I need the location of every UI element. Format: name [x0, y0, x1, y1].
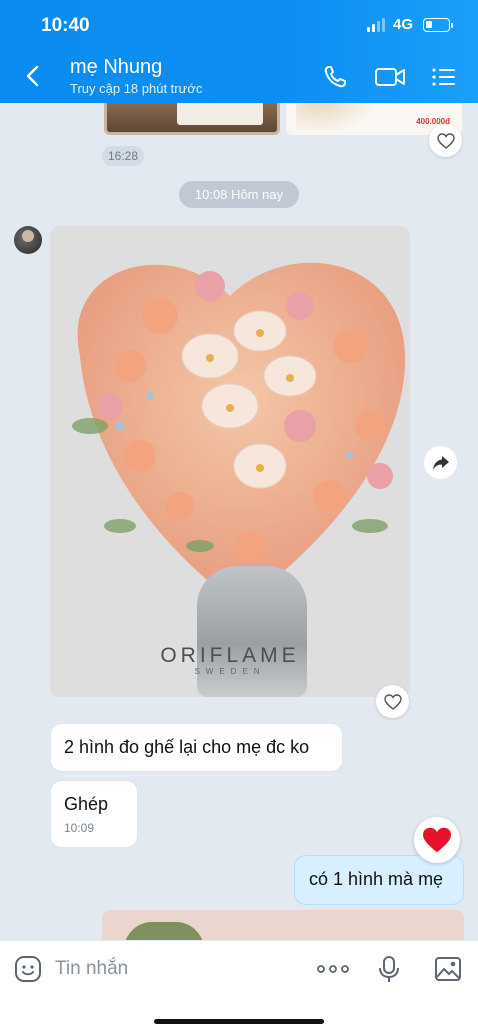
share-button[interactable] — [424, 446, 457, 479]
image-gallery-icon[interactable] — [434, 955, 462, 983]
network-type: 4G — [392, 16, 413, 33]
back-icon[interactable] — [22, 64, 46, 88]
share-arrow-icon — [432, 455, 449, 470]
message-text: có 1 hình mà mẹ — [309, 869, 444, 889]
contact-name[interactable]: mẹ Nhung — [70, 56, 162, 79]
emoji-sticker-icon[interactable] — [14, 955, 42, 983]
message-time: 16:28 — [102, 146, 145, 166]
last-seen-status: Truy cập 18 phút trước — [70, 81, 203, 96]
heart-reaction[interactable] — [414, 817, 460, 863]
heart-filled-icon — [423, 827, 451, 853]
react-heart-button[interactable] — [429, 124, 462, 157]
top-bar: 10:40 4G mẹ Nhung Truy cập 18 phút trước — [0, 0, 478, 103]
message-bubble[interactable]: Ghép 10:09 — [50, 780, 138, 848]
brand-watermark: ORIFLAME — [160, 644, 300, 667]
message-text: 2 hình đo ghế lại cho mẹ đc ko — [64, 737, 310, 757]
next-image-peek[interactable] — [102, 910, 464, 940]
signal-icon — [366, 17, 385, 32]
more-options-icon[interactable] — [316, 955, 350, 983]
phone-call-icon[interactable] — [322, 64, 350, 90]
menu-list-icon[interactable] — [430, 64, 458, 90]
status-indicators: 4G — [366, 16, 453, 33]
message-bubble[interactable]: 2 hình đo ghế lại cho mẹ đc ko — [50, 723, 343, 772]
previous-image-furniture[interactable] — [104, 103, 280, 135]
video-call-icon[interactable] — [374, 64, 406, 90]
avatar[interactable] — [14, 226, 42, 254]
heart-outline-icon — [436, 132, 455, 149]
message-time: 10:09 — [64, 821, 95, 835]
microphone-icon[interactable] — [375, 955, 403, 983]
message-text: Ghép — [64, 794, 109, 814]
home-indicator — [154, 1019, 324, 1024]
react-heart-button[interactable] — [376, 685, 409, 718]
battery-icon — [423, 17, 453, 32]
brand-watermark-sub: SWEDEN — [194, 667, 266, 676]
flower-photo[interactable]: ORIFLAME SWEDEN — [50, 226, 410, 697]
heart-outline-icon — [383, 693, 402, 710]
message-input[interactable]: Tin nhắn — [55, 958, 128, 980]
status-time: 10:40 — [41, 15, 90, 36]
glass-vase — [197, 566, 307, 697]
date-divider: 10:08 Hôm nay — [179, 181, 299, 208]
